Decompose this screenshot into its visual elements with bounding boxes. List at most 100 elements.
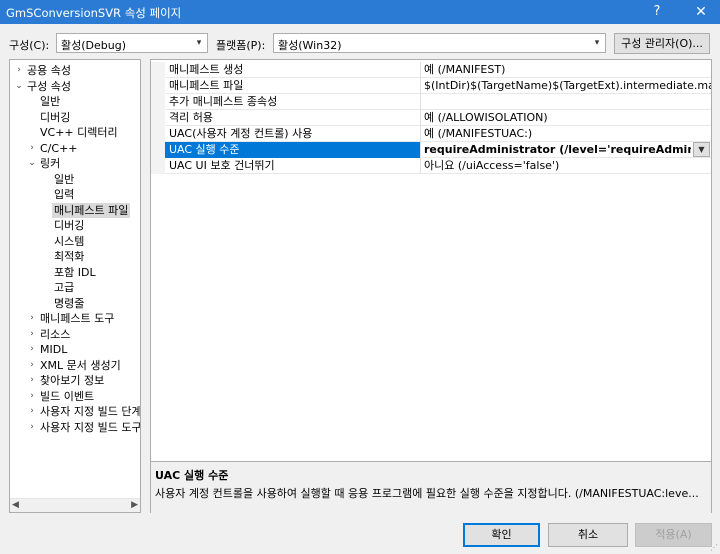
chevron-right-icon[interactable]: ›	[27, 389, 37, 404]
property-name: UAC UI 보호 건너뛰기	[165, 158, 421, 174]
property-name: UAC 실행 수준	[165, 142, 421, 158]
row-gutter	[151, 62, 165, 78]
chevron-right-icon[interactable]: ›	[27, 358, 37, 373]
chevron-right-icon[interactable]: ›	[14, 63, 24, 78]
tree-item[interactable]: › 공용 속성	[10, 63, 140, 78]
tree-item[interactable]: 시스템	[10, 234, 140, 249]
property-value[interactable]: $(IntDir)$(TargetName)$(TargetExt).inter…	[421, 78, 711, 94]
apply-button[interactable]: 적용(A)	[635, 523, 712, 547]
property-row[interactable]: UAC UI 보호 건너뛰기 아니요 (/uiAccess='false')	[151, 158, 711, 174]
chevron-right-icon[interactable]: ›	[27, 373, 37, 388]
tree-item[interactable]: 디버깅	[10, 110, 140, 125]
property-grid[interactable]: 매니페스트 생성 예 (/MANIFEST) 매니페스트 파일 $(IntDir)$(…	[150, 59, 712, 513]
property-row[interactable]: UAC(사용자 계정 컨트롤) 사용 예 (/MANIFESTUAC:)	[151, 126, 711, 142]
category-tree[interactable]: › 공용 속성 ⌄ 구성 속성 일반 디버깅 VC++ 디렉터리 › C/C++ ⌄ 링커 일반 입력 매…	[9, 59, 141, 513]
property-name: 매니페스트 생성	[165, 62, 421, 78]
tree-item[interactable]: 일반	[10, 172, 140, 187]
property-row[interactable]: 매니페스트 생성 예 (/MANIFEST)	[151, 62, 711, 78]
chevron-down-icon[interactable]: ⌄	[14, 79, 24, 94]
tree-item-label: 빌드 이벤트	[40, 389, 95, 403]
ok-button[interactable]: 확인	[463, 523, 540, 547]
tree-item[interactable]: › 찾아보기 정보	[10, 373, 140, 388]
tree-item[interactable]: 고급	[10, 280, 140, 295]
resize-grip-icon[interactable]: ⋰	[710, 543, 718, 552]
property-value[interactable]: requireAdministrator (/level='requireAdm…	[421, 142, 691, 158]
row-gutter	[151, 126, 165, 142]
tree-item[interactable]: 명령줄	[10, 296, 140, 311]
config-combo[interactable]: 활성(Debug) ▾	[56, 33, 208, 53]
chevron-right-icon[interactable]: ›	[27, 327, 37, 342]
tree-item-label: 최적화	[54, 250, 85, 263]
chevron-down-icon[interactable]: ▼	[693, 142, 710, 157]
tree-item[interactable]: ⌄ 구성 속성	[10, 79, 140, 94]
tree-item-label: 리소스	[40, 327, 71, 341]
property-value[interactable]: 아니요 (/uiAccess='false')	[421, 158, 711, 174]
cancel-button[interactable]: 취소	[548, 523, 628, 547]
tree-item-label: 공용 속성	[27, 64, 71, 77]
property-name: 격리 허용	[165, 110, 421, 126]
chevron-right-icon[interactable]: ›	[27, 311, 37, 326]
window-title: GmSConversionSVR 속성 페이지	[6, 6, 182, 20]
property-row[interactable]: 매니페스트 파일 $(IntDir)$(TargetName)$(TargetEx…	[151, 78, 711, 94]
tree-item[interactable]: ⌄ 링커	[10, 156, 140, 171]
tree-item[interactable]: › MIDL	[10, 342, 140, 357]
tree-item-label: 사용자 지정 빌드 단계	[40, 405, 141, 418]
description-text: 사용자 계정 컨트롤을 사용하여 실행할 때 응용 프로그램에 필요한 실행 수…	[155, 487, 699, 500]
chevron-right-icon[interactable]: ›	[27, 420, 37, 435]
platform-value: 활성(Win32)	[278, 39, 342, 52]
tree-item-label: 포함 IDL	[54, 265, 96, 279]
tree-item[interactable]: 입력	[10, 187, 140, 202]
tree-item[interactable]: › C/C++	[10, 141, 140, 156]
tree-item[interactable]: 포함 IDL	[10, 265, 140, 280]
chevron-down-icon: ▾	[196, 38, 202, 48]
help-button[interactable]: ?	[640, 0, 674, 24]
tree-item[interactable]: › XML 문서 생성기	[10, 358, 140, 373]
tree-item-label: 사용자 지정 빌드 도구	[40, 420, 141, 434]
chevron-right-icon[interactable]: ›	[27, 141, 37, 156]
tree-item[interactable]: › 빌드 이벤트	[10, 389, 140, 404]
chevron-down-icon[interactable]: ⌄	[27, 156, 37, 171]
property-value[interactable]: 예 (/ALLOWISOLATION)	[421, 110, 711, 126]
description-title: UAC 실행 수준	[155, 469, 229, 482]
title-bar: GmSConversionSVR 속성 페이지 ? ✕	[0, 0, 720, 24]
tree-item[interactable]: › 사용자 지정 빌드 단계	[10, 404, 140, 419]
tree-item-label: 고급	[54, 281, 75, 294]
scroll-right-icon[interactable]: ▶	[131, 500, 138, 510]
tree-item[interactable]: › 리소스	[10, 327, 140, 342]
chevron-right-icon[interactable]: ›	[27, 342, 37, 357]
property-value[interactable]	[421, 94, 711, 110]
property-name: UAC(사용자 계정 컨트롤) 사용	[165, 126, 421, 142]
tree-item-label: 디버깅	[54, 219, 85, 232]
tree-item-label: 디버깅	[40, 110, 71, 124]
property-row[interactable]: 추가 매니페스트 종속성	[151, 94, 711, 110]
property-row[interactable]: UAC 실행 수준 requireAdministrator (/level='r…	[151, 142, 711, 158]
tree-item-label: 시스템	[54, 234, 85, 248]
platform-combo[interactable]: 활성(Win32) ▾	[273, 33, 606, 53]
tree-item-label: 링커	[40, 157, 61, 170]
row-gutter	[151, 94, 165, 110]
row-gutter	[151, 142, 165, 158]
tree-item[interactable]: 일반	[10, 94, 140, 109]
tree-item-label: 명령줄	[54, 296, 85, 310]
platform-label: 플랫폼(P):	[216, 39, 266, 52]
tree-item[interactable]: 매니페스트 파일	[10, 202, 140, 218]
tree-item[interactable]: 디버깅	[10, 218, 140, 233]
description-panel: UAC 실행 수준 사용자 계정 컨트롤을 사용하여 실행할 때 응용 프로그램…	[151, 461, 711, 513]
tree-item[interactable]: › 사용자 지정 빌드 도구	[10, 420, 140, 435]
tree-item[interactable]: 최적화	[10, 249, 140, 264]
chevron-right-icon[interactable]: ›	[27, 404, 37, 419]
row-gutter	[151, 78, 165, 94]
config-manager-button[interactable]: 구성 관리자(O)...	[614, 33, 710, 54]
property-value[interactable]: 예 (/MANIFEST)	[421, 62, 711, 78]
tree-item[interactable]: › 매니페스트 도구	[10, 311, 140, 326]
tree-item-label: 일반	[40, 95, 61, 108]
tree-item[interactable]: VC++ 디렉터리	[10, 125, 140, 140]
tree-item-label: MIDL	[40, 343, 68, 356]
close-button[interactable]: ✕	[684, 0, 718, 24]
horizontal-scrollbar[interactable]: ◀ ▶	[10, 498, 140, 512]
property-value[interactable]: 예 (/MANIFESTUAC:)	[421, 126, 711, 142]
property-row[interactable]: 격리 허용 예 (/ALLOWISOLATION)	[151, 110, 711, 126]
tree-item-label: 매니페스트 도구	[40, 312, 115, 325]
scroll-left-icon[interactable]: ◀	[12, 500, 19, 510]
property-name: 추가 매니페스트 종속성	[165, 94, 421, 110]
